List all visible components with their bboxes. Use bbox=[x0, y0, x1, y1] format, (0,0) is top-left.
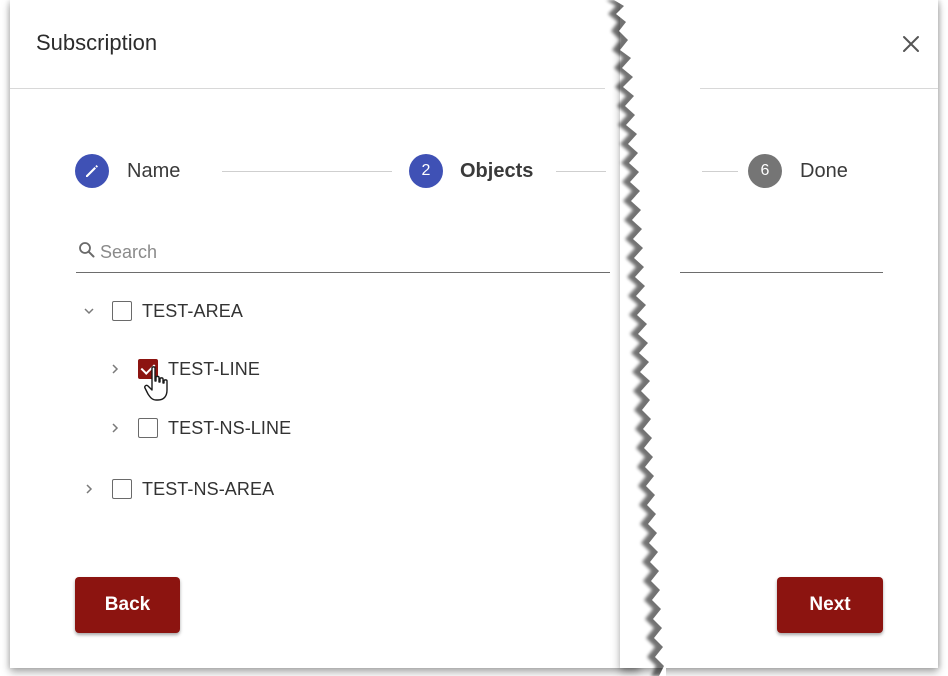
tree-node-label: TEST-NS-LINE bbox=[168, 417, 292, 438]
chevron-right-icon[interactable] bbox=[104, 417, 126, 439]
pencil-icon bbox=[86, 165, 98, 177]
tree-checkbox[interactable] bbox=[138, 418, 158, 438]
header-divider bbox=[700, 88, 938, 89]
tree-checkbox[interactable] bbox=[112, 479, 132, 499]
tree-node-label: TEST-NS-AREA bbox=[142, 478, 275, 499]
chevron-right-icon[interactable] bbox=[78, 478, 100, 500]
dialog-title: Subscription bbox=[36, 30, 158, 55]
next-button[interactable]: Next bbox=[777, 577, 883, 633]
tree-node: TEST-NS-AREA bbox=[78, 474, 274, 504]
tree-node: TEST-NS-LINE bbox=[104, 413, 291, 443]
step-1-label[interactable]: Name bbox=[127, 160, 180, 183]
close-icon bbox=[903, 36, 919, 52]
tree-node-label: TEST-AREA bbox=[142, 300, 243, 321]
back-button[interactable]: Back bbox=[75, 577, 180, 633]
chevron-right-icon[interactable] bbox=[104, 358, 126, 380]
search-icon bbox=[79, 242, 95, 258]
step-2-badge[interactable]: 2 bbox=[409, 154, 443, 188]
search-input[interactable] bbox=[100, 238, 580, 266]
dialog-panel-left bbox=[10, 0, 640, 668]
header-divider bbox=[10, 88, 605, 89]
tree-checkbox[interactable] bbox=[138, 359, 158, 379]
tree-checkbox[interactable] bbox=[112, 301, 132, 321]
step-6-label[interactable]: Done bbox=[800, 160, 848, 183]
search-underline bbox=[76, 272, 610, 273]
step-connector bbox=[222, 171, 392, 172]
close-button[interactable] bbox=[896, 29, 926, 59]
chevron-down-icon[interactable] bbox=[78, 300, 100, 322]
step-2-label[interactable]: Objects bbox=[460, 160, 533, 183]
search-underline bbox=[680, 272, 883, 273]
step-connector bbox=[702, 171, 738, 172]
tree-node: TEST-AREA bbox=[78, 296, 243, 326]
torn-edge-divider bbox=[606, 0, 666, 676]
tree-node-label: TEST-LINE bbox=[168, 358, 260, 379]
step-1-badge[interactable] bbox=[75, 154, 109, 188]
step-6-badge[interactable]: 6 bbox=[748, 154, 782, 188]
tree-node: TEST-LINE bbox=[104, 354, 260, 384]
dialog-panel-right bbox=[620, 0, 938, 668]
